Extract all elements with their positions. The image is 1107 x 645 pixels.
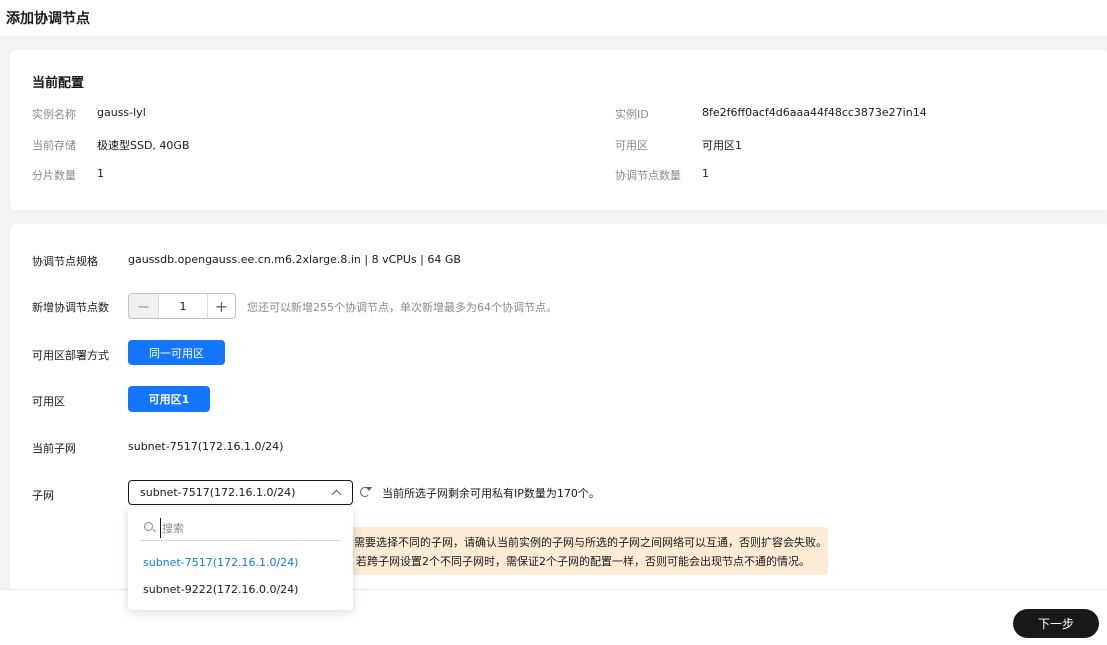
instance-name-value: gauss-lyl	[97, 106, 146, 119]
az-info-label: 可用区	[615, 139, 648, 152]
instance-id-label: 实例ID	[615, 108, 649, 121]
dropdown-search	[140, 517, 341, 541]
chevron-up-icon	[331, 489, 342, 500]
next-button[interactable]: 下一步	[1013, 609, 1099, 638]
shard-count-label: 分片数量	[32, 169, 76, 182]
decrement-button[interactable]: −	[129, 294, 159, 318]
deploy-mode-label: 可用区部署方式	[32, 349, 109, 362]
shard-count-value: 1	[97, 167, 104, 180]
instance-id-value: 8fe2f6ff0acf4d6aaa44f48cc3873e27in14	[702, 106, 927, 119]
coordinator-count-value: 1	[702, 167, 709, 180]
instance-name-label: 实例名称	[32, 108, 76, 121]
storage-value: 极速型SSD, 40GB	[97, 139, 190, 152]
config-section-title: 当前配置	[32, 76, 85, 91]
spec-value: gaussdb.opengauss.ee.cn.m6.2xlarge.8.in …	[128, 253, 461, 266]
warning-line-1: 需要选择不同的子网，请确认当前实例的子网与所选的子网之间网络可以互通，否则扩容会…	[354, 536, 827, 549]
subnet-ip-hint: 当前所选子网剩余可用私有IP数量为170个。	[382, 487, 600, 500]
current-subnet-label: 当前子网	[32, 442, 76, 455]
subnet-dropdown: subnet-7517(172.16.1.0/24) subnet-9222(1…	[128, 507, 353, 610]
az-label: 可用区	[32, 395, 65, 408]
refresh-icon[interactable]	[360, 487, 372, 497]
page-header: 添加协调节点	[0, 0, 1107, 36]
az-info-value: 可用区1	[702, 139, 742, 152]
count-input[interactable]: 1	[159, 294, 207, 318]
page-title: 添加协调节点	[6, 11, 90, 27]
subnet-warning: 需要选择不同的子网，请确认当前实例的子网与所选的子网之间网络可以互通，否则扩容会…	[340, 527, 828, 575]
az-option-button[interactable]: 可用区1	[128, 386, 210, 412]
increment-button[interactable]: +	[207, 294, 235, 318]
count-label: 新增协调节点数	[32, 301, 109, 314]
subnet-select-value: subnet-7517(172.16.1.0/24)	[140, 486, 296, 499]
subnet-option-1[interactable]: subnet-7517(172.16.1.0/24)	[143, 556, 298, 569]
current-subnet-value: subnet-7517(172.16.1.0/24)	[128, 440, 284, 453]
deploy-same-az-button[interactable]: 同一可用区	[128, 340, 225, 365]
storage-label: 当前存储	[32, 139, 76, 152]
coordinator-count-label: 协调节点数量	[615, 169, 681, 182]
current-config-card: 当前配置 实例名称 gauss-lyl 实例ID 8fe2f6ff0acf4d6…	[10, 50, 1107, 210]
subnet-option-2[interactable]: subnet-9222(172.16.0.0/24)	[143, 583, 298, 596]
warning-line-2: 若跨子网设置2个不同子网时，需保证2个子网的配置一样，否则可能会出现节点不通的情…	[356, 555, 810, 568]
subnet-label: 子网	[32, 489, 54, 502]
spec-label: 协调节点规格	[32, 255, 98, 268]
count-hint: 您还可以新增255个协调节点，单次新增最多为64个协调节点。	[247, 301, 557, 314]
search-icon	[144, 522, 153, 531]
coordinator-count-stepper[interactable]: − 1 +	[128, 293, 236, 319]
subnet-select[interactable]: subnet-7517(172.16.1.0/24)	[128, 480, 353, 505]
subnet-search-input[interactable]	[160, 518, 338, 538]
